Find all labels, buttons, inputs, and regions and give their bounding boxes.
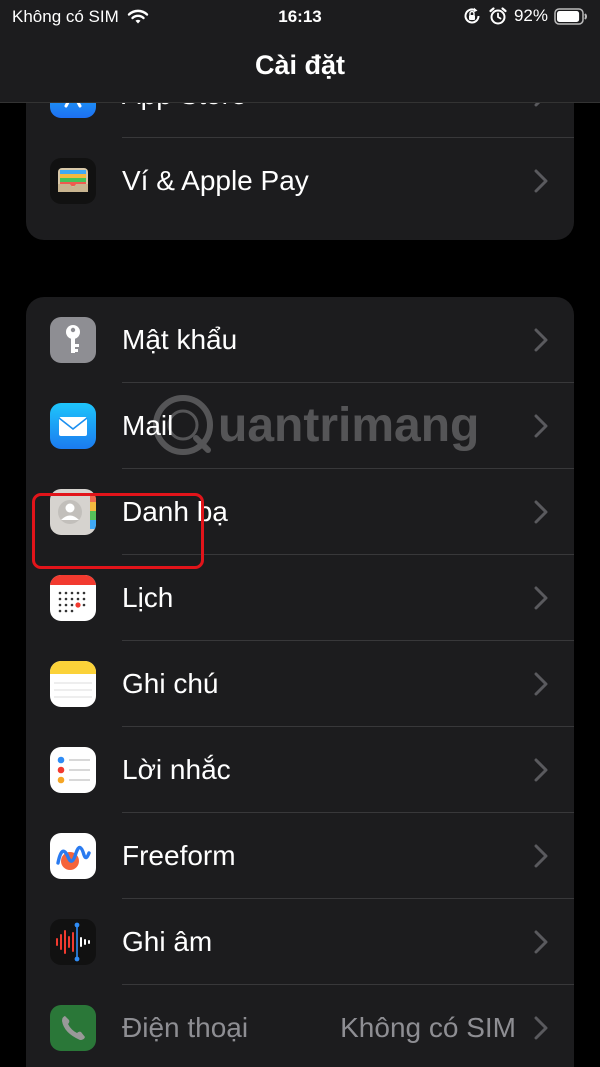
settings-row-app-store[interactable]: App Store — [26, 102, 574, 138]
settings-row-label: Ghi âm — [122, 926, 213, 957]
settings-row-label: Freeform — [122, 840, 236, 871]
settings-row-freeform[interactable]: Freeform — [26, 813, 574, 899]
settings-row-label: Lịch — [122, 582, 174, 613]
chevron-right-icon — [534, 930, 548, 954]
settings-row-ghi-chu[interactable]: Ghi chú — [26, 641, 574, 727]
freeform-icon — [50, 833, 96, 879]
chevron-right-icon — [534, 1016, 548, 1040]
watermark: uantrimang — [152, 394, 479, 456]
settings-row-label: Điện thoại — [122, 1012, 249, 1043]
settings-row-label: App Store — [122, 102, 247, 111]
settings-row-label: Ghi chú — [122, 668, 219, 699]
key-icon — [50, 317, 96, 363]
phone-icon — [50, 1005, 96, 1051]
settings-row-mat-khau[interactable]: Mật khẩu — [26, 297, 574, 383]
notes-icon — [50, 661, 96, 707]
page-title: Cài đặt — [254, 50, 346, 80]
voice-memos-icon — [50, 919, 96, 965]
wallet-icon — [50, 158, 96, 204]
alarm-icon — [489, 7, 507, 25]
chevron-right-icon — [534, 328, 548, 352]
chevron-right-icon — [534, 672, 548, 696]
highlight-annotation — [32, 493, 204, 569]
settings-row-ghi-am[interactable]: Ghi âm — [26, 899, 574, 985]
watermark-text: uantrimang — [218, 398, 480, 452]
settings-row-vi-apple-pay[interactable]: Ví & Apple Pay — [26, 138, 574, 224]
chevron-right-icon — [534, 758, 548, 782]
settings-row-loi-nhac[interactable]: Lời nhắc — [26, 727, 574, 813]
battery-percent: 92% — [513, 6, 548, 25]
chevron-right-icon — [534, 169, 548, 193]
settings-row-label: Lời nhắc — [122, 754, 231, 785]
status-bar: Không có SIM 16:13 92% — [0, 0, 600, 34]
mail-icon — [50, 403, 96, 449]
status-right-group: 92% — [462, 6, 588, 26]
settings-row-label: Mật khẩu — [122, 324, 238, 355]
chevron-right-icon — [534, 500, 548, 524]
watermark-logo-icon — [153, 395, 213, 455]
reminders-icon — [50, 747, 96, 793]
settings-group-1: App Store Ví & Apple Pay — [26, 102, 574, 240]
settings-row-value: Không có SIM — [340, 1012, 516, 1043]
calendar-icon — [50, 575, 96, 621]
app-store-icon — [50, 102, 96, 118]
navigation-bar: Cài đặt — [0, 34, 600, 103]
settings-list[interactable]: App StoreVí & Apple Pay Mật khẩuMailDanh… — [0, 102, 600, 1067]
orientation-lock-icon — [464, 7, 480, 24]
chevron-right-icon — [534, 414, 548, 438]
settings-row-label: Ví & Apple Pay — [122, 165, 309, 196]
chevron-right-icon — [534, 844, 548, 868]
chevron-right-icon — [534, 586, 548, 610]
settings-row-dien-thoai[interactable]: Điện thoại Không có SIM — [26, 985, 574, 1067]
battery-icon — [554, 7, 587, 25]
